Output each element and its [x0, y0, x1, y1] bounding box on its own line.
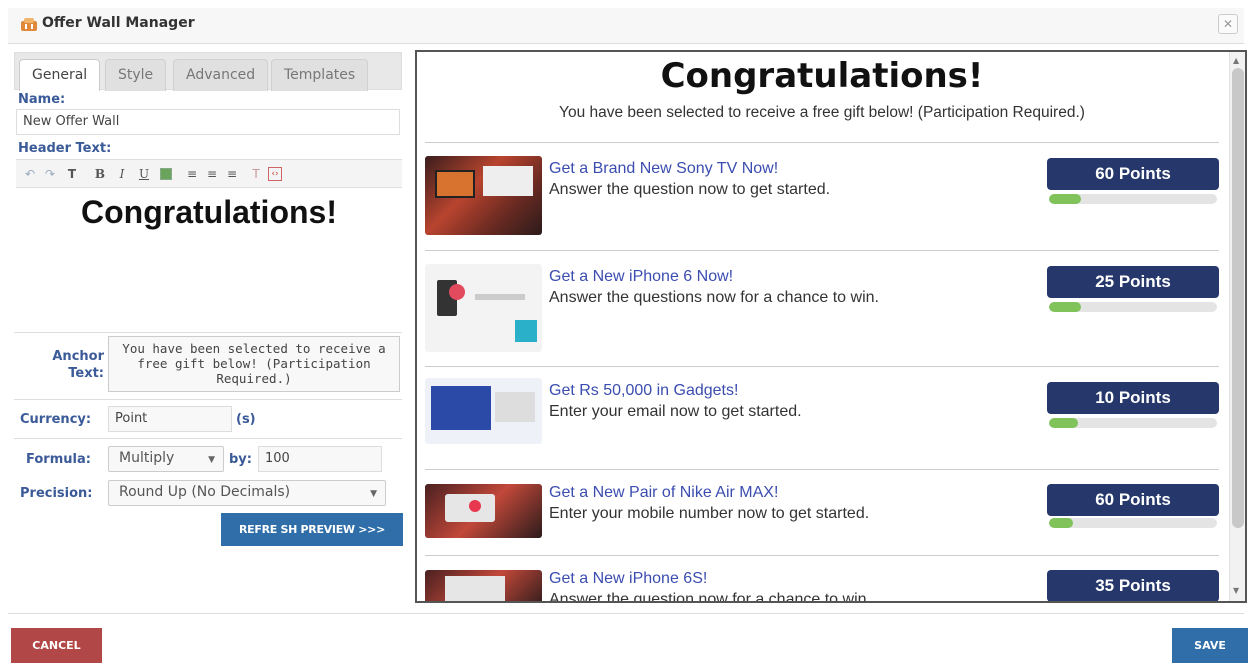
- tab-style[interactable]: Style: [105, 59, 167, 91]
- divider: [14, 438, 402, 439]
- offer-item[interactable]: Get Rs 50,000 in Gadgets! Enter your ema…: [425, 378, 1219, 450]
- divider: [425, 555, 1219, 556]
- close-icon: ✕: [1222, 17, 1234, 31]
- footer-divider: [8, 613, 1244, 614]
- points-badge[interactable]: 25 Points: [1047, 266, 1219, 298]
- formula-select[interactable]: Multiply ▼: [108, 446, 224, 472]
- anchor-text-input[interactable]: You have been selected to receive a free…: [108, 336, 400, 392]
- progress-bar: [1049, 418, 1217, 428]
- tab-general[interactable]: General: [19, 59, 101, 91]
- divider: [14, 399, 402, 400]
- tab-templates[interactable]: Templates: [271, 59, 369, 91]
- chevron-down-icon: ▼: [370, 489, 377, 499]
- tab-advanced[interactable]: Advanced: [173, 59, 269, 91]
- text-color-icon[interactable]: T: [64, 165, 80, 183]
- close-button[interactable]: ✕: [1218, 14, 1238, 34]
- scroll-up-icon[interactable]: ▲: [1233, 56, 1239, 65]
- precision-value: Round Up (No Decimals): [119, 484, 291, 500]
- preview-scrollbar[interactable]: ▲ ▼: [1229, 52, 1245, 601]
- offer-thumbnail: [425, 264, 542, 352]
- offer-title[interactable]: Get a Brand New Sony TV Now!: [549, 160, 778, 178]
- scroll-down-icon[interactable]: ▼: [1233, 586, 1239, 595]
- window-title: Offer Wall Manager: [42, 15, 195, 31]
- progress-fill: [1049, 518, 1073, 528]
- offer-description: Answer the question now for a chance to …: [549, 591, 871, 603]
- offer-item[interactable]: Get a Brand New Sony TV Now! Answer the …: [425, 156, 1219, 236]
- offer-description: Answer the questions now for a chance to…: [549, 289, 879, 306]
- offer-wall-icon: [21, 18, 37, 31]
- by-label: by:: [229, 452, 252, 467]
- offer-description: Enter your mobile number now to get star…: [549, 505, 870, 522]
- name-input[interactable]: New Offer Wall: [16, 109, 400, 135]
- align-center-icon[interactable]: ≡: [204, 165, 220, 183]
- precision-select[interactable]: Round Up (No Decimals) ▼: [108, 480, 386, 506]
- points-badge[interactable]: 10 Points: [1047, 382, 1219, 414]
- progress-bar: [1049, 194, 1217, 204]
- offer-title[interactable]: Get a New iPhone 6S!: [549, 570, 707, 588]
- chevron-down-icon: ▼: [208, 455, 215, 465]
- progress-fill: [1049, 418, 1078, 428]
- progress-bar: [1049, 302, 1217, 312]
- progress-bar: [1049, 518, 1217, 528]
- preview-title: Congratulations!: [660, 56, 984, 96]
- formula-value: Multiply: [119, 450, 175, 466]
- refresh-preview-button[interactable]: REFRE SH PREVIEW >>>: [221, 513, 403, 546]
- title-bar: Offer Wall Manager ✕: [8, 8, 1244, 44]
- offer-item[interactable]: Get a New iPhone 6S! Answer the question…: [425, 568, 1219, 603]
- divider: [425, 469, 1219, 470]
- currency-input[interactable]: Point: [108, 406, 232, 432]
- settings-panel: General Style Advanced Templates Name: N…: [14, 52, 403, 602]
- undo-icon[interactable]: ↶: [22, 165, 38, 183]
- offer-item[interactable]: Get a New Pair of Nike Air MAX! Enter yo…: [425, 482, 1219, 542]
- formula-label: Formula:: [26, 452, 91, 467]
- offer-title[interactable]: Get Rs 50,000 in Gadgets!: [549, 382, 738, 400]
- divider: [425, 250, 1219, 251]
- offer-thumbnail: [425, 570, 542, 601]
- offer-thumbnail: [425, 484, 542, 538]
- anchor-text-label: Anchor Text:: [52, 349, 104, 381]
- offer-description: Answer the question now to get started.: [549, 181, 831, 198]
- currency-label: Currency:: [20, 412, 92, 427]
- preview-panel: Congratulations! You have been selected …: [415, 50, 1247, 603]
- offer-wall-dialog: Offer Wall Manager ✕ General Style Advan…: [0, 0, 1248, 666]
- offer-thumbnail: [425, 156, 542, 235]
- points-badge[interactable]: 60 Points: [1047, 158, 1219, 190]
- header-text-label: Header Text:: [18, 141, 112, 156]
- editor-toolbar: ↶ ↷ T B I U ≡ ≡ ≡ T ‹›: [16, 160, 402, 188]
- progress-fill: [1049, 302, 1081, 312]
- redo-icon[interactable]: ↷: [42, 165, 58, 183]
- tab-bar: General Style Advanced Templates: [14, 52, 402, 91]
- divider: [425, 142, 1219, 143]
- bold-icon[interactable]: B: [92, 165, 108, 183]
- divider: [425, 366, 1219, 367]
- preview-subtitle: You have been selected to receive a free…: [559, 104, 1085, 121]
- offer-description: Enter your email now to get started.: [549, 403, 802, 420]
- header-text-editor[interactable]: ↶ ↷ T B I U ≡ ≡ ≡ T ‹› Congratulations!: [16, 159, 402, 329]
- offer-thumbnail: [425, 378, 542, 444]
- offer-title[interactable]: Get a New Pair of Nike Air MAX!: [549, 484, 778, 502]
- underline-icon[interactable]: U: [136, 165, 152, 183]
- precision-label: Precision:: [20, 486, 93, 501]
- align-left-icon[interactable]: ≡: [184, 165, 200, 183]
- multiplier-input[interactable]: 100: [258, 446, 382, 472]
- image-icon[interactable]: [160, 168, 172, 180]
- align-right-icon[interactable]: ≡: [224, 165, 240, 183]
- points-badge[interactable]: 60 Points: [1047, 484, 1219, 516]
- divider: [14, 332, 402, 333]
- header-text-content[interactable]: Congratulations!: [16, 194, 402, 231]
- save-button[interactable]: SAVE: [1172, 628, 1248, 663]
- progress-fill: [1049, 194, 1081, 204]
- points-badge[interactable]: 35 Points: [1047, 570, 1219, 601]
- currency-suffix: (s): [236, 412, 256, 427]
- name-label: Name:: [18, 92, 66, 107]
- scrollbar-thumb[interactable]: [1232, 68, 1244, 528]
- offer-title[interactable]: Get a New iPhone 6 Now!: [549, 268, 733, 286]
- italic-icon[interactable]: I: [114, 165, 130, 183]
- source-code-icon[interactable]: ‹›: [268, 167, 282, 181]
- clear-format-icon[interactable]: T: [248, 165, 264, 183]
- cancel-button[interactable]: CANCEL: [11, 628, 102, 663]
- offer-item[interactable]: Get a New iPhone 6 Now! Answer the quest…: [425, 262, 1219, 352]
